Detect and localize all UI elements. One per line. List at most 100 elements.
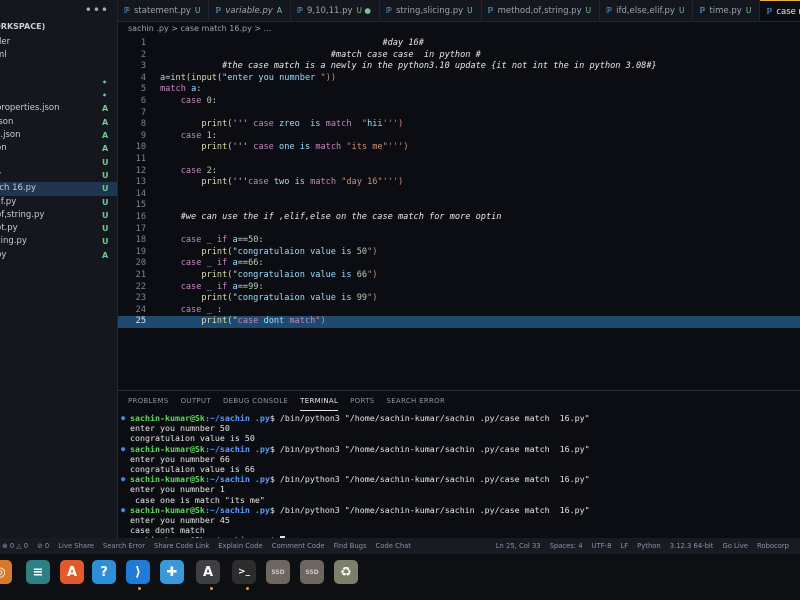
file-tree-item[interactable]: on A: [0, 142, 117, 155]
workspace-title[interactable]: ORKSPACE): [0, 22, 45, 31]
code-line[interactable]: 2 #match case case in python #: [118, 50, 800, 62]
code-line[interactable]: 16 #we can use the if ,elif,else on the …: [118, 212, 800, 224]
line-number: 11: [135, 154, 146, 164]
editor-tab[interactable]: ℙvariable.py A: [209, 0, 291, 21]
app-store-icon[interactable]: A: [60, 560, 84, 584]
status-item[interactable]: ⊗ 0 △ 0: [2, 542, 28, 550]
file-tree-item[interactable]: tch 16.py U: [0, 182, 117, 196]
editor-tab[interactable]: ℙtime.py U: [693, 0, 761, 21]
status-item[interactable]: Comment Code: [272, 542, 325, 550]
extensions-icon[interactable]: ✚: [160, 560, 184, 584]
code-line[interactable]: 24 case _ :: [118, 305, 800, 317]
editor-tab[interactable]: ℙcase match: [760, 0, 800, 21]
code-line[interactable]: 22 case _ if a==99:: [118, 282, 800, 294]
file-tree-item[interactable]: cing.py U: [0, 235, 117, 248]
ssd-drive-icon-2[interactable]: SSD: [300, 560, 324, 584]
status-item[interactable]: Live Share: [58, 542, 94, 550]
status-item[interactable]: LF: [620, 542, 628, 550]
file-tree-item[interactable]: of,string.py U: [0, 209, 117, 222]
status-item[interactable]: Go Live: [722, 542, 747, 550]
code-line[interactable]: 25 print("case dont match"): [118, 316, 800, 328]
terminal-output-line: enter you numnber 66: [118, 454, 800, 464]
code-editor[interactable]: 1 #day 16# 2 #match case case in python #…: [118, 36, 800, 388]
line-number: 25: [135, 316, 146, 327]
help-icon[interactable]: ?: [92, 560, 116, 584]
terminal-output-line: congratulaion value is 50: [118, 433, 800, 443]
code-line[interactable]: 3 #the case match is a newly in the pyth…: [118, 61, 800, 73]
code-line[interactable]: 14: [118, 189, 800, 201]
file-tree-item[interactable]: py A: [0, 249, 117, 262]
status-bar-right: Ln 25, Col 33 Spaces: 4 UTF-8 LF Python 3.12.…: [496, 538, 798, 554]
file-tree-item[interactable]: ml: [0, 49, 117, 62]
panel-tab-output[interactable]: OUTPUT: [181, 391, 211, 411]
panel-tab-terminal[interactable]: TERMINAL: [300, 392, 339, 411]
code-line[interactable]: 23 print("congratulaion value is 99"): [118, 293, 800, 305]
terminal-icon[interactable]: >_: [232, 560, 256, 584]
code-line[interactable]: 8 print(''' case zreo is match "hii'''): [118, 119, 800, 131]
code-line[interactable]: 15: [118, 200, 800, 212]
status-item[interactable]: Ln 25, Col 33: [496, 542, 541, 550]
panel-tab-ports[interactable]: PORTS: [350, 391, 374, 411]
status-item[interactable]: Spaces: 4: [550, 542, 583, 550]
vscode-icon[interactable]: ⟩: [126, 560, 150, 584]
terminal-output-line: case dont match: [118, 525, 800, 535]
status-item[interactable]: Python: [637, 542, 661, 550]
code-line[interactable]: 18 case _ if a==50:: [118, 235, 800, 247]
status-item[interactable]: 3.12.3 64-bit: [670, 542, 714, 550]
file-tree-item[interactable]: yU: [0, 169, 117, 182]
terminal-command: $ /bin/python3 "/home/sachin-kumar/sachi…: [269, 474, 590, 485]
file-tree-item[interactable]: lif.py U: [0, 196, 117, 209]
file-tree-item[interactable]: U: [0, 156, 117, 169]
code-line[interactable]: 6 case 0:: [118, 96, 800, 108]
file-tree-item[interactable]: [0, 63, 117, 76]
text-editor-icon[interactable]: ≡: [26, 560, 50, 584]
editor-tab[interactable]: ℙmethod,of,string.py U: [482, 0, 601, 21]
breadcrumb[interactable]: sachin .py > case match 16.py > ...: [118, 22, 800, 36]
code-text: case _ if a==99:: [180, 281, 264, 292]
file-tree-item[interactable]: ison A: [0, 116, 117, 129]
code-line[interactable]: 19 print("congratulaion value is 50"): [118, 247, 800, 259]
code-line[interactable]: 11: [118, 154, 800, 166]
code-line[interactable]: 17: [118, 224, 800, 236]
code-line[interactable]: 20 case _ if a==66:: [118, 258, 800, 270]
file-tree-item[interactable]: ot.py U: [0, 222, 117, 235]
panel-tab-search-error[interactable]: SEARCH ERROR: [386, 391, 445, 411]
ssd-drive-icon[interactable]: SSD: [266, 560, 290, 584]
ubuntu-software-icon[interactable]: ◎: [0, 560, 12, 584]
code-line[interactable]: 1 #day 16#: [118, 38, 800, 50]
status-item[interactable]: Find Bugs: [334, 542, 367, 550]
code-line[interactable]: 5 match a:: [118, 84, 800, 96]
code-line[interactable]: 13 print('''case two is match "day 16"''…: [118, 177, 800, 189]
status-item[interactable]: UTF-8: [592, 542, 612, 550]
code-line[interactable]: 4 a=int(input("enter you numnber ")): [118, 73, 800, 85]
terminal[interactable]: ● sachin-kumar@Sk:~/sachin .py$ /bin/pyth…: [118, 413, 800, 546]
panel-tab-debug-console[interactable]: DEBUG CONSOLE: [223, 391, 288, 411]
code-line[interactable]: 10 print(''' case one is match "its me"'…: [118, 142, 800, 154]
status-item[interactable]: Robocorp: [757, 542, 789, 550]
editor-tab[interactable]: ℙstatement.py U: [118, 0, 210, 21]
editor-tab[interactable]: ℙ 9,10,11.py U ●: [291, 0, 380, 21]
code-line[interactable]: 7: [118, 108, 800, 120]
panel-tab-bar: PROBLEMS OUTPUT DEBUG CONSOLE TERMINAL PORTS…: [118, 391, 800, 411]
bottom-panel: PROBLEMS OUTPUT DEBUG CONSOLE TERMINAL PORTS…: [118, 390, 800, 546]
code-line[interactable]: 9 case 1:: [118, 131, 800, 143]
status-item[interactable]: ⊘ 0: [37, 542, 49, 550]
status-item[interactable]: Explain Code: [218, 542, 262, 550]
file-tree-item[interactable]: properties.json A: [0, 102, 117, 115]
code-line[interactable]: 12 case 2:: [118, 166, 800, 178]
trash-icon[interactable]: ♻: [334, 560, 358, 584]
editor-tab[interactable]: ℙstring,slicing.py U: [380, 0, 482, 21]
file-tree-item[interactable]: •: [0, 76, 117, 89]
status-item[interactable]: Code Chat: [376, 542, 411, 550]
file-tree-item[interactable]: s.json A: [0, 129, 117, 142]
status-item[interactable]: Search Error: [103, 542, 145, 550]
panel-tab-problems[interactable]: PROBLEMS: [128, 391, 169, 411]
file-tree-item[interactable]: der: [0, 36, 117, 49]
code-line[interactable]: 21 print("congratulaion value is 66"): [118, 270, 800, 282]
editor-tab[interactable]: ℙifd,else,elif.py U: [600, 0, 694, 21]
status-item[interactable]: Share Code Link: [154, 542, 209, 550]
file-tree-item[interactable]: •: [0, 89, 117, 102]
anaconda-icon[interactable]: A: [196, 560, 220, 584]
tab-label: statement.py: [134, 6, 191, 16]
more-actions-icon[interactable]: •••: [85, 3, 109, 17]
